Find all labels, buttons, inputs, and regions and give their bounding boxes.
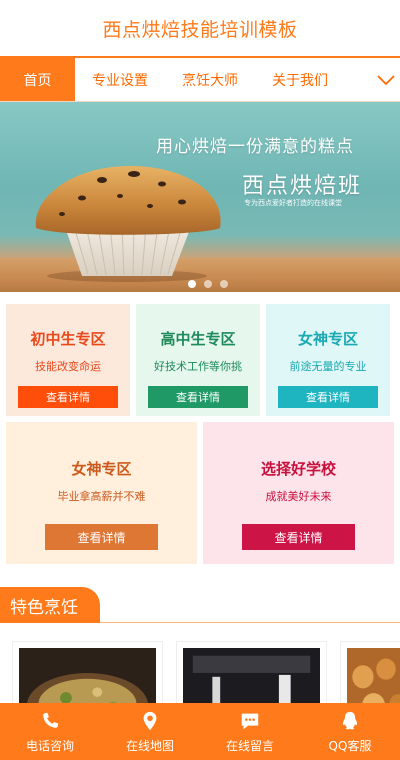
card-title: 高中生专区 — [160, 330, 236, 348]
bottom-bar-label: 在线地图 — [125, 738, 174, 753]
qq-penguin-icon — [342, 711, 358, 729]
view-details-button[interactable]: 查看详情 — [18, 386, 118, 408]
tab-majors[interactable]: 专业设置 — [75, 58, 165, 101]
hero-banner[interactable]: 用心烘焙一份满意的糕点 西点烘焙班 专为西点爱好者打造的在线课堂 — [0, 102, 400, 292]
card-subtitle: 前途无量的专业 — [289, 360, 367, 373]
card-goddess-2[interactable]: 女神专区 毕业拿高薪并不难 查看详情 — [6, 422, 197, 564]
carousel-dot[interactable] — [188, 280, 196, 288]
card-subtitle: 毕业拿高薪并不难 — [57, 490, 146, 503]
bottom-bar-label: 在线留言 — [225, 738, 274, 753]
card-title: 女神专区 — [297, 330, 358, 348]
card-title: 选择好学校 — [260, 460, 336, 478]
muffin-image — [35, 166, 221, 282]
zone-cards: 初中生专区 技能改变命运 查看详情 高中生专区 好技术工作等你挑 查看详情 女神… — [0, 292, 400, 564]
online-map-button[interactable]: 在线地图 — [100, 703, 200, 760]
carousel-dots — [188, 280, 228, 288]
card-subtitle: 成就美好未来 — [265, 490, 332, 503]
view-details-button[interactable]: 查看详情 — [242, 524, 355, 550]
online-message-button[interactable]: 在线留言 — [200, 703, 300, 760]
section-header: 特色烹饪 — [0, 587, 400, 623]
bottom-bar-label: QQ客服 — [328, 738, 372, 753]
card-subtitle: 技能改变命运 — [35, 360, 101, 373]
banner-tagline: 专为西点爱好者打造的在线课堂 — [244, 199, 342, 207]
card-choose-school[interactable]: 选择好学校 成就美好未来 查看详情 — [203, 422, 394, 564]
qq-service-button[interactable]: QQ客服 — [300, 703, 400, 760]
site-title: 西点烘焙技能培训模板 — [102, 18, 298, 41]
main-nav: 首页 专业设置 烹饪大师 关于我们 — [0, 56, 400, 102]
view-details-button[interactable]: 查看详情 — [45, 524, 158, 550]
carousel-dot[interactable] — [220, 280, 228, 288]
card-title: 女神专区 — [71, 460, 132, 478]
phone-icon — [43, 712, 59, 728]
bottom-bar: 电话咨询 在线地图 在线留言 QQ客服 — [0, 703, 400, 760]
tab-home[interactable]: 首页 — [0, 58, 75, 101]
card-subtitle: 好技术工作等你挑 — [154, 360, 242, 373]
tab-masters[interactable]: 烹饪大师 — [165, 58, 255, 101]
page-header: 西点烘焙技能培训模板 — [0, 0, 400, 56]
chevron-down-icon[interactable] — [376, 70, 396, 90]
card-goddess[interactable]: 女神专区 前途无量的专业 查看详情 — [266, 304, 390, 416]
bottom-bar-label: 电话咨询 — [25, 738, 74, 753]
map-pin-icon — [143, 711, 157, 730]
tab-about[interactable]: 关于我们 — [255, 58, 345, 101]
banner-slogan: 用心烘焙一份满意的糕点 — [156, 137, 354, 157]
page: 西点烘焙技能培训模板 首页 专业设置 烹饪大师 关于我们 用心烘焙一份满意的糕点… — [0, 0, 400, 760]
view-details-button[interactable]: 查看详情 — [278, 386, 378, 408]
card-title: 初中生专区 — [30, 330, 106, 348]
banner-headline: 西点烘焙班 — [242, 174, 363, 199]
card-junior[interactable]: 初中生专区 技能改变命运 查看详情 — [6, 304, 130, 416]
view-details-button[interactable]: 查看详情 — [148, 386, 248, 408]
section-title: 特色烹饪 — [0, 587, 100, 623]
message-icon — [241, 713, 259, 729]
phone-consult-button[interactable]: 电话咨询 — [0, 703, 100, 760]
card-senior[interactable]: 高中生专区 好技术工作等你挑 查看详情 — [136, 304, 260, 416]
carousel-dot[interactable] — [204, 280, 212, 288]
